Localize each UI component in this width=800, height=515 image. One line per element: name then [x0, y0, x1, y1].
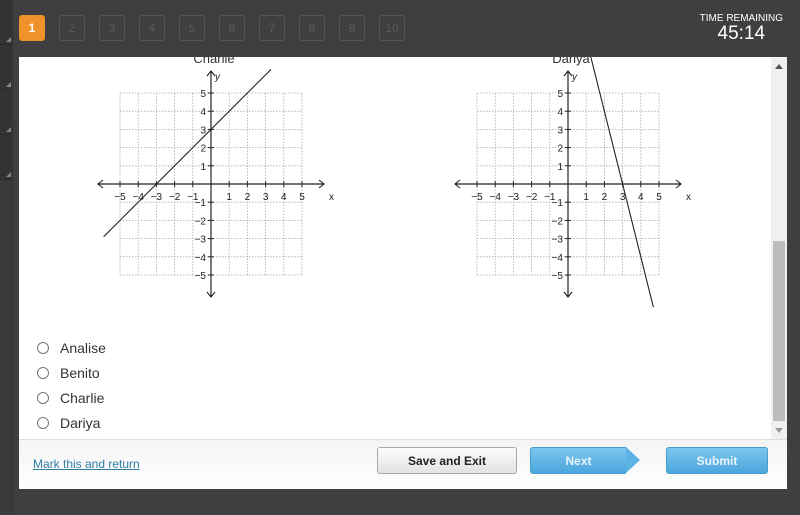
y-tick-label: −4 — [552, 253, 564, 264]
question-navigation: 1 2 3 4 5 6 7 8 9 10 — [19, 15, 405, 41]
next-button[interactable]: Next — [530, 447, 626, 474]
x-axis-label: x — [686, 192, 691, 203]
y-tick-label: 5 — [200, 89, 206, 100]
choice-label: Analise — [60, 339, 106, 356]
y-tick-label: 1 — [200, 162, 206, 173]
question-panel: Charlie −5 −4 −3 −2 −1 1 2 3 4 5 −5 −4 −3 −2 −1 1 2 3 4 5 x y… — [19, 57, 787, 489]
x-tick-label: −3 — [151, 192, 163, 203]
radio-button[interactable] — [37, 416, 49, 429]
x-tick-label: −4 — [489, 192, 501, 203]
y-tick-label: −2 — [552, 216, 564, 227]
graph-charlie-svg: −5 −4 −3 −2 −1 1 2 3 4 5−5−4−3−2−112345xy — [97, 68, 334, 298]
timer: TIME REMAINING 45:14 — [700, 13, 783, 44]
sidebar-tab[interactable] — [0, 90, 12, 135]
y-tick-label: 3 — [557, 125, 563, 136]
footer-bar: Mark this and return Save and Exit Next … — [19, 439, 787, 489]
graph-charlie: Charlie −5 −4 −3 −2 −1 1 2 3 4 5 −5 −4 −3 −2 −1 1 2 3 4 5 x y — [94, 57, 334, 307]
graph-dariya: Dariya −5 −4 −3 −2 −1 1 2 3 4 5 −5 −4 −3 −2 −1 1 2 3 4 5 x y — [451, 57, 691, 334]
graph-title: Charlie — [193, 57, 235, 66]
timer-value: 45:14 — [717, 23, 766, 44]
y-axis-label: y — [214, 72, 221, 83]
scroll-down-arrow-icon[interactable] — [775, 428, 783, 433]
question-content: Charlie −5 −4 −3 −2 −1 1 2 3 4 5 −5 −4 −3 −2 −1 1 2 3 4 5 x y… — [19, 57, 771, 439]
graphed-line — [103, 68, 272, 238]
vertical-scrollbar[interactable] — [771, 57, 787, 439]
x-tick-label: 1 — [583, 192, 589, 203]
question-5-button[interactable]: 5 — [179, 15, 205, 41]
x-tick-label: 2 — [245, 192, 251, 203]
y-tick-label: −5 — [552, 271, 564, 282]
question-9-button[interactable]: 9 — [339, 15, 365, 41]
y-tick-label: 4 — [200, 107, 206, 118]
graph-dariya-svg: −5 −4 −3 −2 −1 1 2 3 4 5−5−4−3−2−112345xy — [454, 57, 691, 334]
y-tick-label: −2 — [195, 216, 207, 227]
y-tick-label: 5 — [557, 89, 563, 100]
x-tick-label: −2 — [169, 192, 181, 203]
expand-corner-icon — [6, 37, 11, 42]
x-tick-label: −5 — [471, 192, 483, 203]
question-4-button[interactable]: 4 — [139, 15, 165, 41]
radio-button[interactable] — [37, 391, 49, 404]
x-tick-label: 5 — [656, 192, 662, 203]
x-tick-label: −3 — [508, 192, 520, 203]
y-tick-label: −5 — [195, 271, 207, 282]
question-10-button[interactable]: 10 — [379, 15, 405, 41]
x-axis-label: x — [329, 192, 334, 203]
y-tick-label: 2 — [200, 144, 206, 155]
radio-button[interactable] — [37, 341, 49, 354]
question-8-button[interactable]: 8 — [299, 15, 325, 41]
choice-benito[interactable]: Benito — [37, 360, 106, 385]
expand-corner-icon — [6, 172, 11, 177]
x-tick-label: 4 — [638, 192, 644, 203]
y-tick-label: −3 — [552, 235, 564, 246]
scroll-up-arrow-icon[interactable] — [775, 64, 783, 69]
submit-button[interactable]: Submit — [666, 447, 768, 474]
question-6-button[interactable]: 6 — [219, 15, 245, 41]
graph-title: Dariya — [552, 57, 590, 66]
expand-corner-icon — [6, 127, 11, 132]
x-tick-label: −2 — [526, 192, 538, 203]
x-tick-label: 5 — [299, 192, 305, 203]
y-tick-label: −3 — [195, 235, 207, 246]
mark-and-return-link[interactable]: Mark this and return — [33, 457, 140, 471]
choice-label: Dariya — [60, 414, 101, 431]
sidebar-tab[interactable] — [0, 0, 12, 45]
question-3-button[interactable]: 3 — [99, 15, 125, 41]
y-tick-label: −1 — [552, 198, 564, 209]
radio-button[interactable] — [37, 366, 49, 379]
expand-corner-icon — [6, 82, 11, 87]
y-tick-label: −1 — [195, 198, 207, 209]
y-tick-label: 1 — [557, 162, 563, 173]
save-and-exit-button[interactable]: Save and Exit — [377, 447, 517, 474]
sidebar-tab[interactable] — [0, 45, 12, 90]
left-sidebar — [0, 0, 14, 515]
x-tick-label: 2 — [602, 192, 608, 203]
question-2-button[interactable]: 2 — [59, 15, 85, 41]
x-tick-label: 1 — [226, 192, 232, 203]
question-7-button[interactable]: 7 — [259, 15, 285, 41]
question-1-button[interactable]: 1 — [19, 15, 45, 41]
y-tick-label: −4 — [195, 253, 207, 264]
x-tick-label: −5 — [114, 192, 126, 203]
answer-choices: Analise Benito Charlie Dariya — [37, 335, 106, 435]
choice-label: Charlie — [60, 389, 105, 406]
x-tick-label: 4 — [281, 192, 287, 203]
y-axis-label: y — [571, 72, 578, 83]
choice-dariya[interactable]: Dariya — [37, 410, 106, 435]
scroll-thumb[interactable] — [773, 241, 785, 421]
next-arrow-icon[interactable] — [626, 447, 640, 473]
sidebar-tab[interactable] — [0, 135, 12, 180]
y-tick-label: 4 — [557, 107, 563, 118]
choice-analise[interactable]: Analise — [37, 335, 106, 360]
choice-charlie[interactable]: Charlie — [37, 385, 106, 410]
y-tick-label: 2 — [557, 144, 563, 155]
x-tick-label: 3 — [263, 192, 269, 203]
choice-label: Benito — [60, 364, 100, 381]
